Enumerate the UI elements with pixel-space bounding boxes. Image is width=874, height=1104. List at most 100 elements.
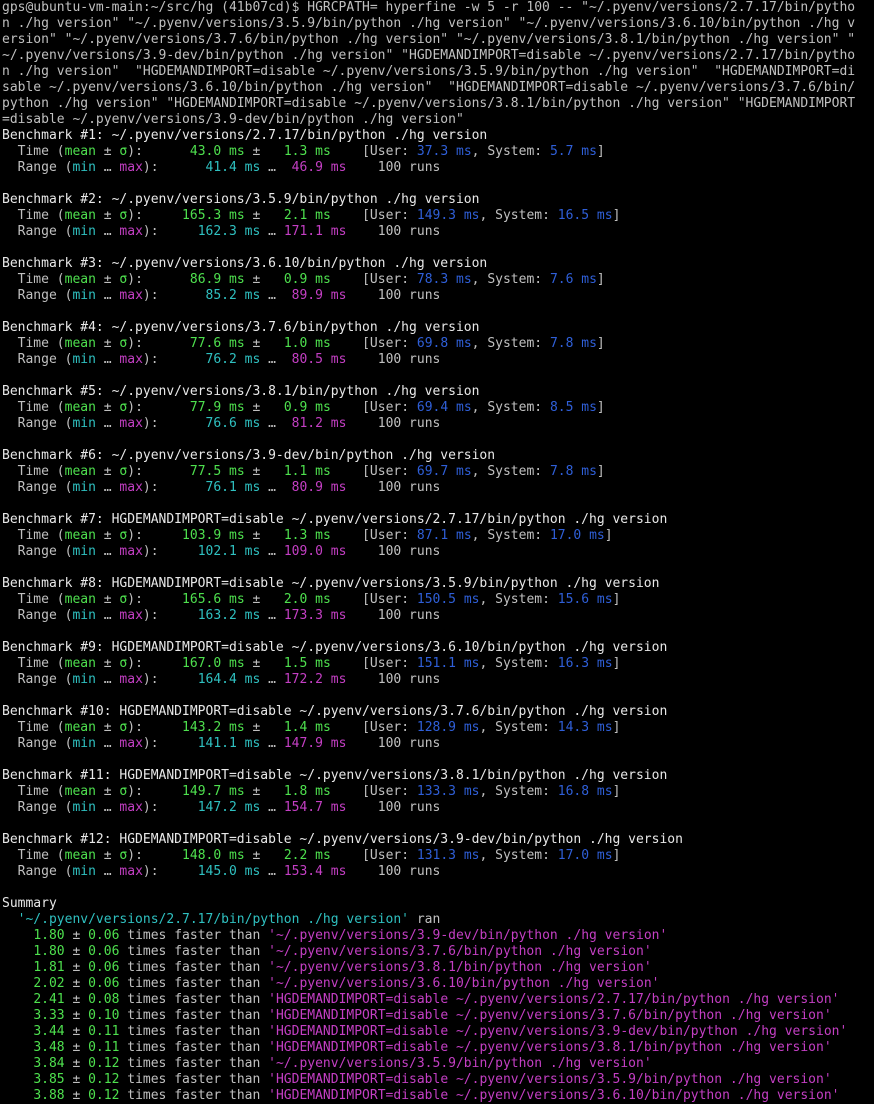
terminal-text-segment: , System: bbox=[479, 848, 558, 863]
terminal-text-segment: 2.2 ms bbox=[283, 848, 331, 863]
terminal-text-segment: ± bbox=[95, 400, 120, 415]
terminal-text-segment: [User: bbox=[330, 656, 417, 671]
terminal-line: Time (mean ± σ): 77.5 ms ± 1.1 ms [User:… bbox=[2, 464, 874, 480]
terminal-line: sable ~/.pyenv/versions/3.6.10/bin/pytho… bbox=[2, 80, 874, 96]
terminal-text-segment: Range ( bbox=[2, 288, 73, 303]
terminal-text-segment: 80.9 ms bbox=[283, 480, 347, 495]
terminal-text-segment: ± bbox=[244, 720, 284, 735]
terminal-text-segment: Benchmark #10: HGDEMANDIMPORT=disable ~/… bbox=[2, 704, 668, 719]
terminal-text-segment: , System: bbox=[479, 656, 558, 671]
terminal-text-segment: 150.5 ms bbox=[416, 592, 480, 607]
terminal-text-segment: 1.8 ms bbox=[283, 784, 331, 799]
terminal-text-segment: 80.5 ms bbox=[283, 352, 347, 367]
terminal-text-segment: Time ( bbox=[2, 784, 65, 799]
terminal-text-segment: ): bbox=[142, 160, 206, 175]
terminal-text-segment: 1.80 bbox=[33, 944, 65, 959]
terminal-text-segment: ± bbox=[64, 1024, 89, 1039]
terminal-text-segment: ± bbox=[95, 656, 120, 671]
terminal-line: ersion" "~/.pyenv/versions/3.7.6/bin/pyt… bbox=[2, 32, 874, 48]
terminal-text-segment: 17.0 ms bbox=[557, 848, 613, 863]
terminal-text-segment: … bbox=[95, 288, 120, 303]
terminal-text-segment: 164.4 ms bbox=[197, 672, 261, 687]
terminal-line: '~/.pyenv/versions/2.7.17/bin/python ./h… bbox=[2, 912, 874, 928]
terminal-text-segment: mean bbox=[64, 400, 96, 415]
terminal-line: 2.41 ± 0.08 times faster than 'HGDEMANDI… bbox=[2, 992, 874, 1008]
terminal-text-segment: 165.3 ms bbox=[182, 208, 245, 223]
terminal-text-segment: times faster than bbox=[119, 960, 269, 975]
terminal-text-segment: ± bbox=[244, 208, 284, 223]
terminal-text-segment: 145.0 ms bbox=[197, 864, 261, 879]
terminal-text-segment: … bbox=[260, 672, 284, 687]
terminal-text-segment: Benchmark #1: ~/.pyenv/versions/2.7.17/b… bbox=[2, 128, 488, 143]
terminal-text-segment: ± bbox=[244, 144, 284, 159]
terminal-text-segment: 77.9 ms bbox=[189, 400, 245, 415]
terminal-text-segment: times faster than bbox=[119, 1040, 269, 1055]
terminal-text-segment: 0.08 bbox=[88, 992, 120, 1007]
terminal-text-segment: [User: bbox=[330, 144, 417, 159]
terminal-text-segment: … bbox=[95, 160, 120, 175]
terminal-line: Time (mean ± σ): 103.9 ms ± 1.3 ms [User… bbox=[2, 528, 874, 544]
terminal-text-segment: Benchmark #3: ~/.pyenv/versions/3.6.10/b… bbox=[2, 256, 488, 271]
terminal-text-segment: Range ( bbox=[2, 352, 73, 367]
terminal-line: Time (mean ± σ): 77.6 ms ± 1.0 ms [User:… bbox=[2, 336, 874, 352]
terminal-text-segment: ): bbox=[127, 656, 183, 671]
terminal-text-segment: … bbox=[260, 224, 284, 239]
terminal-text-segment: mean bbox=[64, 720, 96, 735]
terminal-text-segment: 147.9 ms bbox=[283, 736, 347, 751]
terminal-line: 1.80 ± 0.06 times faster than '~/.pyenv/… bbox=[2, 944, 874, 960]
terminal-text-segment: 14.3 ms bbox=[557, 720, 613, 735]
terminal-line: 1.80 ± 0.06 times faster than '~/.pyenv/… bbox=[2, 928, 874, 944]
terminal-text-segment: … bbox=[95, 864, 120, 879]
terminal-text-segment: Benchmark #6: ~/.pyenv/versions/3.9-dev/… bbox=[2, 448, 496, 463]
terminal-text-segment: 100 runs bbox=[346, 800, 441, 815]
terminal-text-segment: 89.9 ms bbox=[283, 288, 347, 303]
terminal-text-segment: ): bbox=[127, 144, 190, 159]
terminal-text-segment: 3.33 bbox=[33, 1008, 65, 1023]
terminal-text-segment: 'HGDEMANDIMPORT=disable ~/.pyenv/version… bbox=[268, 1024, 848, 1039]
terminal-text-segment: … bbox=[260, 480, 284, 495]
terminal-line: Benchmark #8: HGDEMANDIMPORT=disable ~/.… bbox=[2, 576, 874, 592]
terminal-text-segment: ± bbox=[95, 208, 120, 223]
terminal-text-segment: 0.06 bbox=[88, 928, 120, 943]
terminal-text-segment: 1.3 ms bbox=[283, 144, 331, 159]
terminal-text-segment: Range ( bbox=[2, 736, 73, 751]
terminal-text-segment: 81.2 ms bbox=[283, 416, 347, 431]
terminal-window[interactable]: gps@ubuntu-vm-main:~/src/hg (41b07cd)$ H… bbox=[0, 0, 874, 1104]
terminal-text-segment: 41.4 ms bbox=[205, 160, 261, 175]
terminal-line: Range (min … max): 162.3 ms … 171.1 ms 1… bbox=[2, 224, 874, 240]
terminal-text-segment: ± bbox=[244, 848, 284, 863]
terminal-text-segment: ): bbox=[127, 400, 190, 415]
terminal-text-segment: mean bbox=[64, 592, 96, 607]
terminal-text-segment: '~/.pyenv/versions/3.9-dev/bin/python ./… bbox=[268, 928, 668, 943]
terminal-text-segment: mean bbox=[64, 528, 96, 543]
terminal-text-segment: 3.88 bbox=[33, 1088, 65, 1103]
terminal-text-segment: ersion" "~/.pyenv/versions/3.7.6/bin/pyt… bbox=[2, 32, 856, 47]
terminal-text-segment: 8.5 ms bbox=[549, 400, 597, 415]
terminal-text-segment: max bbox=[119, 608, 143, 623]
terminal-text-segment: 173.3 ms bbox=[283, 608, 347, 623]
terminal-text-segment: , System: bbox=[479, 592, 558, 607]
terminal-line: Range (min … max): 41.4 ms … 46.9 ms 100… bbox=[2, 160, 874, 176]
terminal-text-segment: ± bbox=[244, 464, 284, 479]
terminal-text-segment: ± bbox=[95, 848, 120, 863]
terminal-line: Range (min … max): 102.1 ms … 109.0 ms 1… bbox=[2, 544, 874, 560]
terminal-text-segment: max bbox=[119, 416, 143, 431]
terminal-text-segment: min bbox=[72, 480, 96, 495]
terminal-text-segment: times faster than bbox=[119, 1072, 269, 1087]
terminal-text-segment: Time ( bbox=[2, 272, 65, 287]
terminal-line: 2.02 ± 0.06 times faster than '~/.pyenv/… bbox=[2, 976, 874, 992]
terminal-text-segment: 69.8 ms bbox=[416, 336, 472, 351]
terminal-text-segment: ] bbox=[612, 656, 621, 671]
terminal-text-segment: ± bbox=[95, 464, 120, 479]
terminal-text-segment: 163.2 ms bbox=[197, 608, 261, 623]
terminal-text-segment: 149.3 ms bbox=[416, 208, 480, 223]
terminal-line: Benchmark #12: HGDEMANDIMPORT=disable ~/… bbox=[2, 832, 874, 848]
terminal-text-segment: mean bbox=[64, 848, 96, 863]
terminal-text-segment: , System: bbox=[471, 144, 550, 159]
terminal-text-segment: Time ( bbox=[2, 208, 65, 223]
